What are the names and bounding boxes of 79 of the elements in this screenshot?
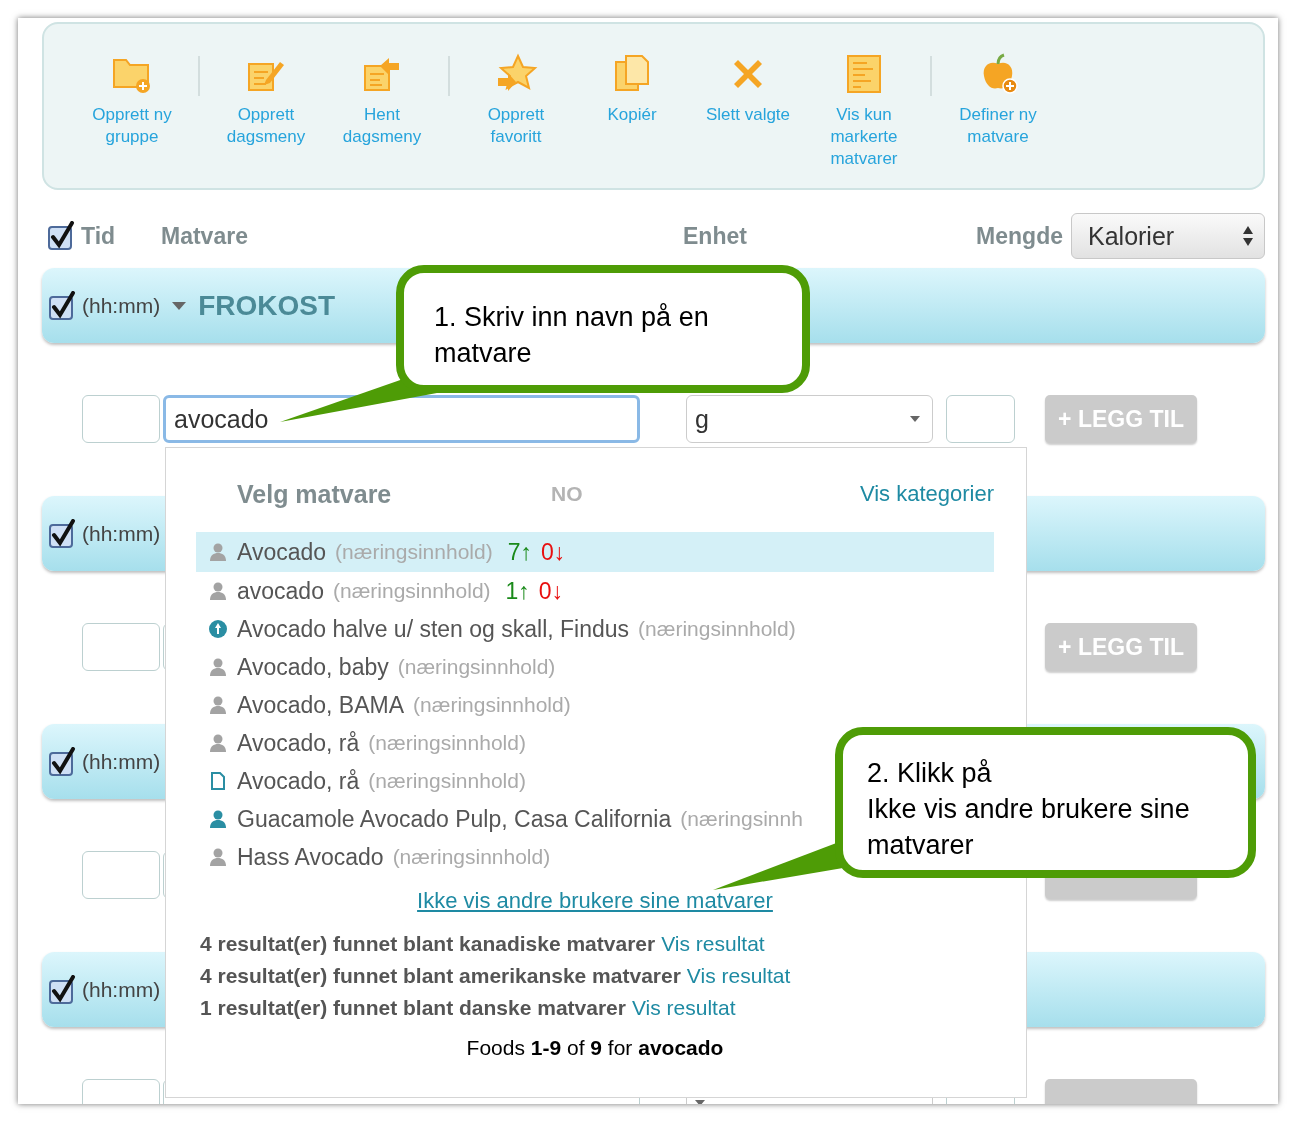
upvote-count: 7↑ <box>507 538 532 566</box>
user-icon <box>208 542 228 562</box>
food-name: Avocado, rå <box>237 767 360 795</box>
measure-select[interactable]: Kalorier <box>1071 213 1265 259</box>
language-code: NO <box>551 482 583 506</box>
nutrition-note: (næringsinnhold) <box>392 845 551 869</box>
user-icon <box>208 847 228 867</box>
food-suggestion[interactable]: Guacamole Avocado Pulp, Casa California (næringsinnh <box>196 800 811 838</box>
meal-title: FROKOST <box>198 289 336 322</box>
select-value: Kalorier <box>1088 221 1175 251</box>
nutrition-note: (næringsinnhold) <box>332 579 491 603</box>
unit-select[interactable]: g <box>686 395 933 443</box>
food-suggestion[interactable]: Hass Avocado (næringsinnhold) <box>196 838 559 876</box>
nutrition-note: (næringsinnhold) <box>368 769 526 793</box>
dropdown-title: Velg matvare <box>237 479 393 509</box>
caret-icon[interactable] <box>172 301 187 310</box>
user-icon <box>208 809 228 829</box>
downvote-count: 0↓ <box>538 577 564 605</box>
time-field[interactable] <box>82 395 160 443</box>
user-icon <box>208 581 228 601</box>
food-name: Avocado, BAMA <box>237 691 405 719</box>
food-suggestion[interactable]: avocado (næringsinnhold) 1↑ 0↓ <box>196 572 572 610</box>
nutrition-note: (næringsinnhold) <box>397 655 556 679</box>
time-field[interactable] <box>82 851 160 899</box>
time-field[interactable]: (hh:mm) <box>82 293 161 318</box>
food-suggestion[interactable]: Avocado, BAMA (næringsinnhold) <box>196 686 579 724</box>
caret-icon <box>910 416 920 422</box>
checkbox[interactable] <box>47 221 75 251</box>
result-count: 4 resultat(er) funnet blant kanadiske matvarer <box>200 932 656 956</box>
food-name: Avocado, baby <box>237 653 389 681</box>
user-icon <box>208 695 228 715</box>
food-field[interactable]: avocado <box>163 395 640 443</box>
time-field[interactable] <box>82 623 160 671</box>
info-icon <box>208 619 228 639</box>
show-result-link[interactable]: Vis resultat <box>661 932 765 956</box>
checkbox[interactable] <box>48 518 76 549</box>
hide-others-link[interactable]: Ikke vis andre brukere sine matvarer <box>417 888 773 914</box>
result-count: 4 resultat(er) funnet blant amerikanske matvarer <box>200 964 681 988</box>
food-suggestion[interactable]: Avocado halve u/ sten og skall, Findus (næringsinnhold) <box>196 610 804 648</box>
categories-link[interactable]: Vis kategorier <box>859 481 994 507</box>
show-result-link[interactable]: Vis resultat <box>631 996 736 1020</box>
user-icon <box>208 733 228 753</box>
food-name: Avocado, rå <box>237 729 360 757</box>
nutrition-note: (næringsinnhold) <box>368 731 526 755</box>
food-suggestion[interactable]: Avocado (næringsinnhold) 7↑ 0↓ <box>196 532 994 572</box>
time-field[interactable]: (hh:mm) <box>82 749 161 774</box>
up-down-arrows-icon <box>1242 224 1254 248</box>
checkbox[interactable] <box>48 746 76 777</box>
time-field[interactable]: (hh:mm) <box>82 521 161 546</box>
food-name: avocado <box>237 577 324 605</box>
show-result-link[interactable]: Vis resultat <box>686 964 791 988</box>
food-name: Hass Avocado <box>237 843 384 871</box>
results-summary: Foods 1-9 of 9 for avocado <box>466 1036 724 1060</box>
callout-text: 2. Klikk på Ikke vis andre brukere sine matvarer <box>867 757 1191 862</box>
select-value: g <box>695 404 709 434</box>
upvote-count: 1↑ <box>505 577 530 605</box>
nutrition-note: (næringsinnhold) <box>638 617 796 641</box>
food-name: Avocado halve u/ sten og skall, Findus <box>237 615 630 643</box>
food-name: Guacamole Avocado Pulp, Casa California <box>237 805 672 833</box>
nutrition-note: (næringsinnhold) <box>413 693 571 717</box>
downvote-count: 0↓ <box>541 538 566 566</box>
food-name: Avocado <box>237 538 327 566</box>
column-header: Enhet <box>683 222 748 250</box>
column-header: Matvare <box>161 222 249 250</box>
callout-text: 1. Skriv inn navn på en matvare <box>434 301 710 370</box>
time-field[interactable]: (hh:mm) <box>82 977 161 1002</box>
nutrition-note: (næringsinnh <box>680 807 803 831</box>
checkbox[interactable] <box>48 974 76 1005</box>
checkbox[interactable] <box>48 290 76 321</box>
document-icon <box>208 771 228 791</box>
food-suggestion[interactable]: Avocado, rå (næringsinnhold) <box>196 724 534 762</box>
food-suggestion[interactable]: Avocado, baby (næringsinnhold) <box>196 648 564 686</box>
user-icon <box>208 657 228 677</box>
amount-field[interactable] <box>946 395 1015 443</box>
column-header: Mengde <box>976 222 1063 250</box>
nutrition-note: (næringsinnhold) <box>335 540 493 564</box>
food-suggestion[interactable]: Avocado, rå (næringsinnhold) <box>196 762 534 800</box>
column-header: Tid <box>81 222 117 250</box>
result-count: 1 resultat(er) funnet blant danske matvarer <box>200 996 626 1020</box>
